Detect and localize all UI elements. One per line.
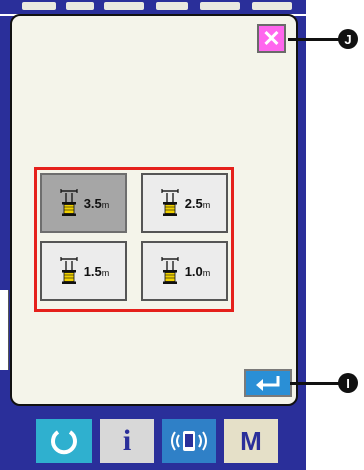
callout-marker-close: J [338, 29, 358, 49]
callout-marker-enter: I [338, 373, 358, 393]
communication-icon [171, 431, 207, 451]
info-icon: i [122, 424, 132, 457]
mode-button[interactable]: M [224, 419, 278, 463]
bobbin-icon [161, 257, 179, 284]
ready-button[interactable] [36, 419, 92, 463]
bobbin-icon [60, 257, 78, 284]
length-button-3-5[interactable]: 3.5m [40, 173, 127, 233]
enter-icon [256, 376, 280, 391]
side-edge [0, 290, 9, 370]
length-label: 2.5m [184, 195, 211, 211]
length-label: 1.5m [83, 263, 110, 279]
length-button-1-5[interactable]: 1.5m [40, 241, 127, 301]
callout-line-close [288, 38, 342, 41]
bobbin-icon [161, 189, 179, 216]
length-label: 3.5m [83, 195, 110, 211]
ready-icon [51, 430, 77, 455]
callout-line-enter [290, 382, 342, 385]
communication-button[interactable] [162, 419, 216, 463]
length-button-2-5[interactable]: 2.5m [141, 173, 228, 233]
length-button-1-0[interactable]: 1.0m [141, 241, 228, 301]
enter-button[interactable] [244, 369, 292, 397]
close-icon: ✕ [262, 25, 281, 51]
close-button[interactable]: ✕ [257, 24, 286, 53]
mode-label: M [240, 425, 262, 456]
bobbin-icon [60, 189, 78, 216]
length-label: 1.0m [184, 263, 211, 279]
info-button[interactable]: i [100, 419, 154, 463]
